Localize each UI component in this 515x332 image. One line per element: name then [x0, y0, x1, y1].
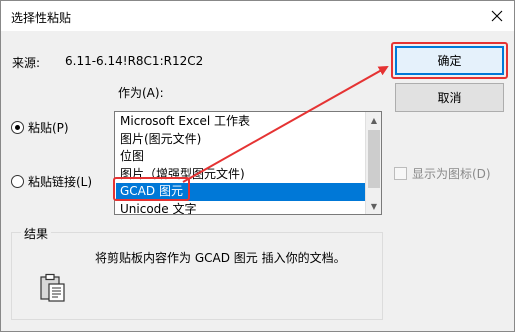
list-item-picture-enhanced-metafile[interactable]: 图片（增强型图元文件) [116, 166, 366, 184]
paste-radio[interactable]: 粘贴(P) [11, 119, 69, 136]
cancel-button[interactable]: 取消 [395, 83, 504, 112]
title-bar: 选择性粘贴 [1, 1, 514, 31]
display-as-icon-checkbox[interactable]: 显示为图标(D) [394, 165, 491, 182]
source-value: 6.11-6.14!R8C1:R12C2 [65, 54, 204, 68]
close-icon [491, 10, 503, 22]
paste-special-dialog: 选择性粘贴 来源: 6.11-6.14!R8C1:R12C2 作为(A): 粘贴… [0, 0, 515, 332]
paste-radio-circle[interactable] [11, 121, 24, 134]
list-item-gcad-element[interactable]: GCAD 图元 [116, 183, 366, 201]
display-as-icon-box[interactable] [394, 167, 407, 180]
list-item-unicode-text[interactable]: Unicode 文字 [116, 201, 366, 215]
paste-link-radio-circle[interactable] [11, 175, 24, 188]
scroll-up-arrow-icon[interactable]: ▲ [366, 112, 381, 128]
scroll-down-arrow-icon[interactable]: ▼ [366, 198, 381, 214]
source-label: 来源: [12, 56, 41, 70]
paste-as-label: 作为(A): [118, 86, 164, 100]
paste-as-listbox[interactable]: Microsoft Excel 工作表 图片(图元文件) 位图 图片（增强型图元… [114, 111, 382, 215]
scrollbar-thumb[interactable] [368, 130, 380, 188]
close-button[interactable] [482, 1, 512, 31]
paste-radio-label: 粘贴(P) [28, 121, 69, 135]
list-item-excel-worksheet[interactable]: Microsoft Excel 工作表 [116, 113, 366, 131]
listbox-scrollbar[interactable]: ▲ ▼ [365, 112, 381, 214]
ok-button[interactable]: 确定 [395, 46, 504, 75]
paste-link-radio[interactable]: 粘贴链接(L) [11, 173, 92, 190]
clipboard-paste-icon [40, 273, 65, 302]
result-label: 结果 [21, 225, 52, 242]
result-text: 将剪贴板内容作为 GCAD 图元 插入你的文档。 [95, 251, 346, 265]
display-as-icon-label: 显示为图标(D) [412, 167, 491, 181]
list-item-picture-metafile[interactable]: 图片(图元文件) [116, 131, 366, 149]
paste-link-radio-label: 粘贴链接(L) [28, 175, 93, 189]
dialog-title: 选择性粘贴 [11, 11, 72, 25]
list-items: Microsoft Excel 工作表 图片(图元文件) 位图 图片（增强型图元… [116, 113, 366, 215]
result-groupbox: 结果 将剪贴板内容作为 GCAD 图元 插入你的文档。 [11, 225, 383, 320]
list-item-bitmap[interactable]: 位图 [116, 148, 366, 166]
